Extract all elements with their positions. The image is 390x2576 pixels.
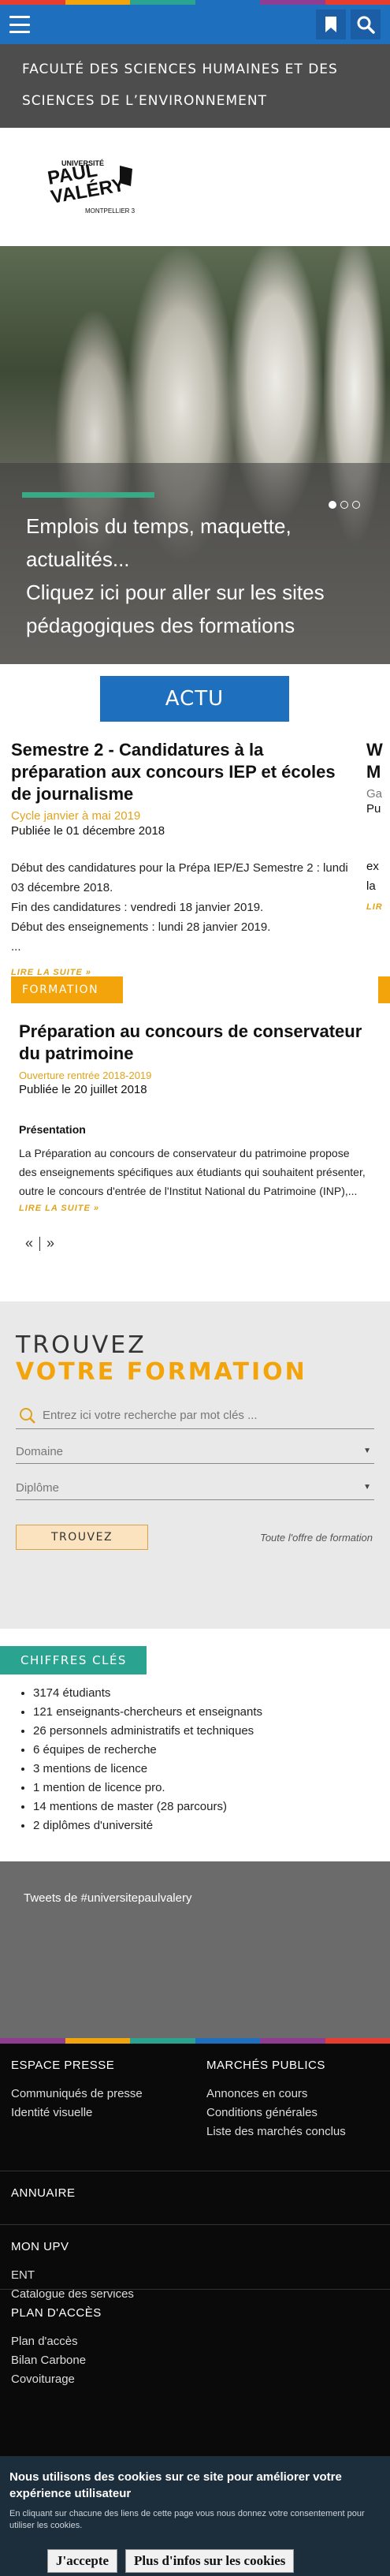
university-logo[interactable]: UNIVERSITÉ PAUL VALÉRY MONTPELLIER 3 [38, 151, 148, 222]
cookie-title: Nous utilisons des cookies sur ce site p… [9, 2470, 342, 2500]
key-figures-tag: CHIFFRES CLÉS [0, 1646, 147, 1674]
chevron-down-icon: ▼ [363, 1483, 371, 1491]
news-date: Publiée le 01 décembre 2018 [11, 824, 165, 838]
list-item: 121 enseignants-chercheurs et enseignant… [33, 1703, 262, 1722]
search-formation-section: TROUVEZ VOTRE FORMATION Entrez ici votre… [0, 1301, 390, 1629]
hero-slider[interactable]: Emplois du temps, maquette, actualités..… [0, 246, 390, 664]
footer-heading-annuaire[interactable]: ANNUAIRE [11, 2186, 76, 2200]
diploma-select[interactable]: Diplôme ▼ [16, 1477, 374, 1500]
footer-link[interactable]: Plan d'accès [11, 2332, 102, 2351]
formation-pager: « » [25, 1235, 366, 1252]
cookie-actions: J'accepte Plus d'infos sur les cookies [47, 2549, 295, 2573]
formation-date: Publiée le 20 juillet 2018 [19, 1083, 147, 1096]
cookie-more-button[interactable]: Plus d'infos sur les cookies [125, 2549, 295, 2573]
formation-tag: FORMATION [11, 976, 123, 1003]
footer-link[interactable]: Covoiturage [11, 2370, 102, 2389]
top-bar [0, 5, 390, 44]
logo-area: UNIVERSITÉ PAUL VALÉRY MONTPELLIER 3 [0, 128, 390, 246]
list-item: 3174 étudiants [33, 1684, 262, 1703]
search-title-line1: TROUVEZ [16, 1331, 147, 1359]
pager-prev-icon[interactable]: « [25, 1235, 33, 1252]
list-item: 2 diplômes d'université [33, 1816, 262, 1835]
footer-col-annuaire: ANNUAIRE [11, 2186, 76, 2212]
diploma-select-label: Diplôme [16, 1481, 60, 1495]
cookie-subtitle: En cliquant sur chacune des liens de cet… [9, 2509, 365, 2530]
news-body: Début des candidatures pour la Prépa IEP… [11, 861, 348, 954]
search-input[interactable]: Entrez ici votre recherche par mot clés … [43, 1409, 258, 1422]
footer-col-acces: PLAN D'ACCÈS Plan d'accès Bilan Carbone … [11, 2306, 102, 2389]
logo-line4: MONTPELLIER 3 [85, 207, 136, 215]
footer-col-presse: ESPACE PRESSE Communiqués de presse Iden… [11, 2059, 143, 2122]
all-formations-link[interactable]: Toute l'offre de formation [260, 1532, 373, 1544]
slider-dots [329, 501, 360, 509]
domain-select-label: Domaine [16, 1445, 64, 1458]
slider-dot[interactable] [352, 501, 360, 509]
footer-link[interactable]: Annonces en cours [206, 2085, 346, 2104]
news-title[interactable]: Semestre 2 - Candidatures à la préparati… [11, 739, 358, 805]
list-item: 14 mentions de master (28 parcours) [33, 1798, 262, 1816]
formation-read-more-label: LIRE LA SUITE [19, 1204, 91, 1213]
footer-link[interactable]: Liste des marchés conclus [206, 2122, 346, 2141]
tweets-section: Tweets de #universitepaulvalery [0, 1861, 390, 2038]
brand-stripe [0, 0, 390, 5]
slider-dot[interactable] [340, 501, 348, 509]
peek-read-more[interactable]: LIR [366, 902, 390, 912]
hero-caption[interactable]: Emplois du temps, maquette, actualités..… [26, 510, 358, 642]
peek-date: Pu [366, 802, 381, 816]
tweets-link[interactable]: Tweets de #universitepaulvalery [24, 1891, 191, 1905]
formation-read-more[interactable]: LIRE LA SUITE » [19, 1204, 366, 1213]
footer-col-monupv: MON UPV ENT Catalogue des services [11, 2240, 134, 2304]
bookmark-button[interactable] [316, 9, 346, 39]
search-button[interactable] [351, 9, 381, 39]
formation-body: La Préparation au concours de conservate… [19, 1147, 366, 1197]
footer-link[interactable]: ENT [11, 2266, 134, 2285]
formation-section-title: Présentation [19, 1123, 86, 1136]
search-title-line2: VOTRE FORMATION [16, 1358, 307, 1386]
footer-link[interactable]: Conditions générales [206, 2104, 346, 2122]
hero-caption-line1: Emplois du temps, maquette, actualités..… [26, 514, 292, 571]
footer-heading-presse[interactable]: ESPACE PRESSE [11, 2059, 143, 2072]
footer-link[interactable]: Identité visuelle [11, 2104, 143, 2122]
domain-select[interactable]: Domaine ▼ [16, 1440, 374, 1464]
pager-next-icon[interactable]: » [46, 1235, 54, 1252]
formation-title[interactable]: Préparation au concours de conservateur … [19, 1021, 366, 1065]
list-item: 3 mentions de licence [33, 1760, 262, 1779]
news-meta: Cycle janvier à mai 2019 [11, 809, 141, 823]
cookie-accept-button[interactable]: J'accepte [47, 2549, 118, 2573]
search-submit-button[interactable]: TROUVEZ [16, 1525, 148, 1550]
hamburger-icon[interactable] [9, 16, 30, 33]
list-item: 6 équipes de recherche [33, 1741, 262, 1760]
search-input-wrapper: Entrez ici votre recherche par mot clés … [16, 1404, 374, 1429]
footer-heading-acces[interactable]: PLAN D'ACCÈS [11, 2306, 102, 2320]
formation-tag-next [378, 976, 390, 1003]
news-card: Semestre 2 - Candidatures à la préparati… [11, 739, 358, 1003]
bookmark-icon [325, 17, 336, 32]
search-icon [20, 1408, 35, 1424]
hero-caption-line2: Cliquez ici pour aller sur les sites péd… [26, 581, 325, 637]
peek-meta: Ga [366, 787, 383, 801]
key-figures-list: 3174 étudiants 121 enseignants-chercheur… [19, 1684, 262, 1835]
footer-link[interactable]: Catalogue des services [11, 2285, 134, 2304]
slider-dot[interactable] [329, 501, 336, 509]
list-item: 26 personnels administratifs et techniqu… [33, 1722, 262, 1741]
peek-title: W M [366, 740, 383, 782]
news-card-next[interactable]: W M Ga Pu ex la LIR [366, 739, 390, 912]
footer-heading-monupv[interactable]: MON UPV [11, 2240, 134, 2253]
footer: ESPACE PRESSE Communiqués de presse Iden… [0, 2038, 390, 2456]
footer-link[interactable]: Bilan Carbone [11, 2351, 102, 2370]
cookie-banner: Nous utilisons des cookies sur ce site p… [0, 2456, 390, 2576]
footer-heading-marches[interactable]: MARCHÉS PUBLICS [206, 2059, 346, 2072]
formation-meta: Ouverture rentrée 2018-2019 [19, 1070, 152, 1081]
actu-button[interactable]: ACTU [100, 676, 289, 722]
hero-accent-bar [22, 492, 154, 498]
faculty-title: FACULTÉ DES SCIENCES HUMAINES ET DES SCI… [0, 44, 390, 128]
peek-body: ex la [366, 860, 379, 893]
list-item: 1 mention de licence pro. [33, 1779, 262, 1798]
footer-link[interactable]: Communiqués de presse [11, 2085, 143, 2104]
formation-card: Préparation au concours de conservateur … [19, 1021, 366, 1252]
footer-col-marches: MARCHÉS PUBLICS Annonces en cours Condit… [206, 2059, 346, 2141]
footer-brand-stripe [0, 2038, 390, 2044]
chevron-down-icon: ▼ [363, 1447, 371, 1455]
search-icon [357, 16, 375, 34]
